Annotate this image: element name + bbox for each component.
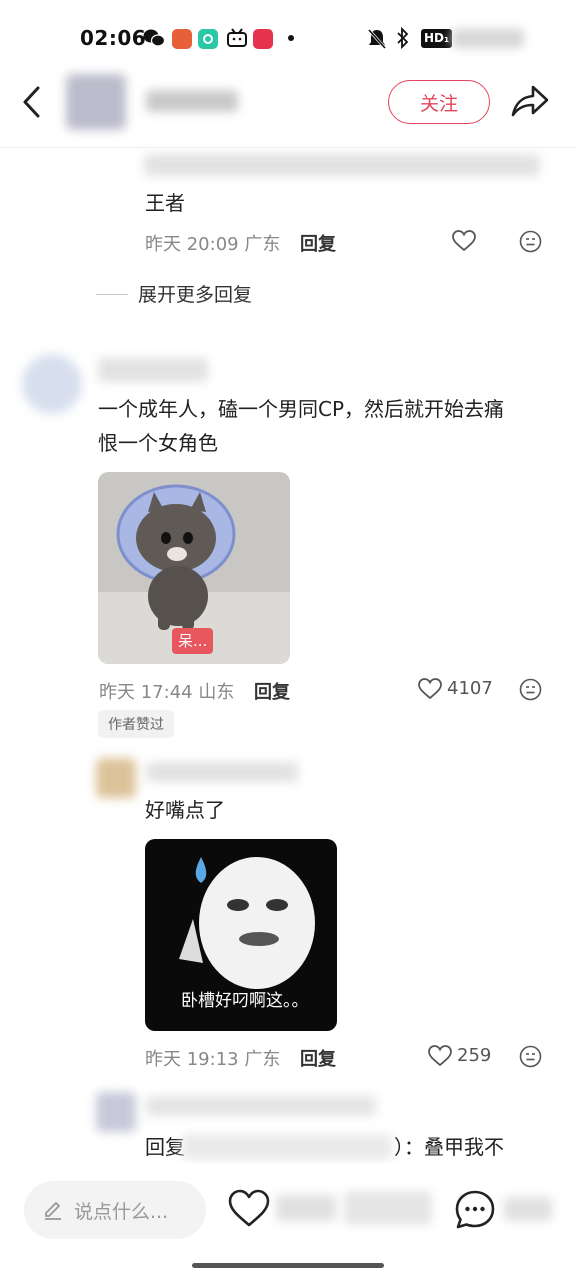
expand-replies-button[interactable]: 展开更多回复	[138, 278, 252, 312]
image-caption: 卧槽好叼啊这。。	[181, 991, 309, 1011]
username[interactable]	[146, 762, 298, 782]
comment-text: 恨一个女角色	[98, 431, 218, 455]
bluetooth-icon	[397, 27, 409, 49]
app-icon	[198, 29, 218, 49]
bilibili-icon	[227, 28, 247, 47]
mention-blur	[182, 1134, 392, 1160]
reply-button[interactable]: 回复	[300, 1045, 336, 1071]
pencil-icon	[45, 1202, 61, 1220]
comment-count	[504, 1197, 552, 1221]
emoji-icon[interactable]	[519, 1045, 542, 1068]
author-liked-badge: 作者赞过	[98, 710, 174, 738]
like-count: 259	[457, 1045, 492, 1066]
home-indicator	[192, 1263, 384, 1268]
username[interactable]	[146, 1096, 376, 1116]
notification-dot-icon	[288, 35, 294, 41]
heart-icon[interactable]	[452, 230, 476, 252]
game-icon	[172, 29, 192, 49]
image-caption: 呆...	[172, 628, 214, 654]
comment-meta: 昨天 20:09 广东	[145, 234, 281, 255]
comment-input[interactable]: 说点什么...	[24, 1181, 206, 1239]
comment-reply-quote	[144, 154, 540, 176]
reply-button[interactable]: 回复	[254, 678, 290, 704]
comment-text: 回复	[145, 1135, 185, 1159]
heart-icon[interactable]	[418, 678, 442, 700]
username[interactable]	[98, 358, 208, 382]
collect-area[interactable]	[344, 1191, 432, 1225]
reply-button[interactable]: 回复	[300, 230, 336, 256]
avatar[interactable]	[22, 354, 82, 414]
like-count	[276, 1195, 336, 1221]
comment-icon[interactable]	[454, 1189, 496, 1231]
comment-text: ）：叠甲我不	[394, 1135, 504, 1159]
avatar[interactable]	[66, 74, 126, 130]
comment-text: 王者	[145, 191, 185, 215]
comment-text: 好嘴点了	[145, 798, 225, 822]
comment-meta: 昨天 19:13 广东	[145, 1049, 281, 1070]
comment-placeholder: 说点什么...	[74, 1200, 169, 1223]
comment-text: 一个成年人，磕一个男同CP，然后就开始去痛	[98, 397, 505, 421]
follow-button[interactable]: 关注	[388, 80, 490, 124]
bottom-bar: 说点什么...	[0, 1163, 576, 1280]
top-bar: 关注	[0, 72, 576, 148]
author-name[interactable]	[146, 90, 238, 112]
mute-bell-icon	[367, 29, 387, 49]
status-bar: 02:06 HD₁	[0, 0, 576, 72]
back-icon[interactable]	[18, 84, 48, 120]
avatar[interactable]	[96, 1092, 136, 1132]
emoji-icon[interactable]	[519, 678, 542, 701]
comment-meta: 昨天 17:44 山东	[99, 682, 235, 703]
like-count: 4107	[447, 678, 493, 699]
hd-icon: HD₁	[421, 29, 453, 48]
comment-list: 王者 昨天 20:09 广东 回复 展开更多回复 一个成年人，磕一个男同CP，然…	[0, 148, 576, 1163]
divider	[96, 294, 128, 295]
emoji-icon[interactable]	[519, 230, 542, 253]
battery-icon	[452, 29, 524, 48]
wechat-icon	[143, 29, 165, 47]
status-time: 02:06	[80, 26, 147, 50]
heart-icon[interactable]	[428, 1045, 452, 1067]
xiaohongshu-icon	[253, 29, 273, 49]
avatar[interactable]	[96, 758, 136, 798]
share-icon[interactable]	[510, 82, 550, 120]
heart-icon[interactable]	[228, 1189, 270, 1229]
